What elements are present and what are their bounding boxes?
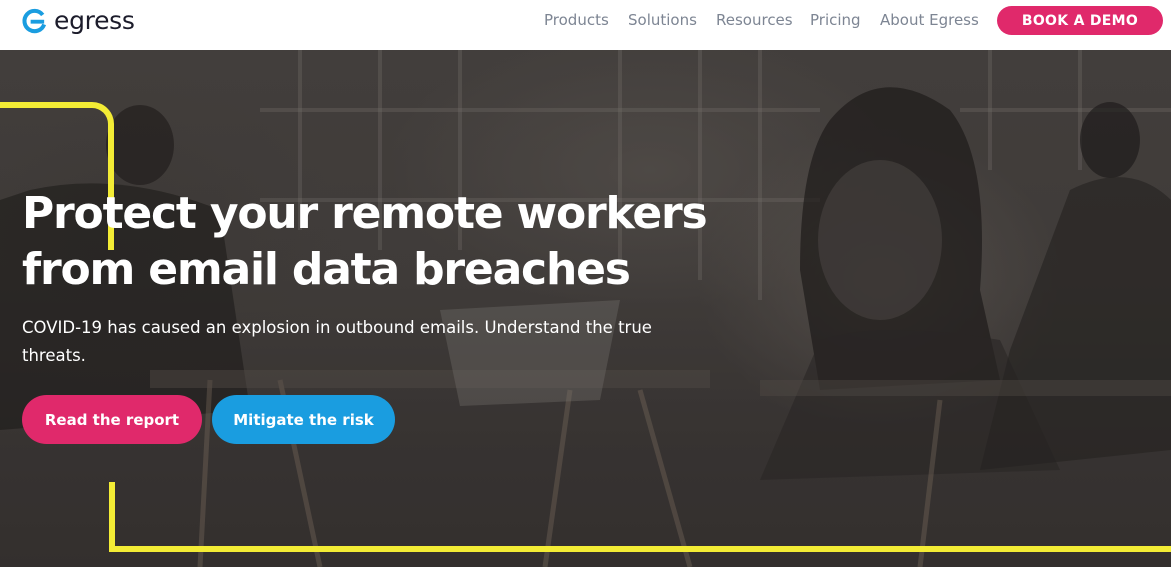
nav-item-products[interactable]: Products xyxy=(544,11,609,29)
hero-subtitle: COVID-19 has caused an explosion in outb… xyxy=(22,318,652,365)
decorative-yellow-frame-bottom xyxy=(109,482,1171,552)
read-report-button[interactable]: Read the report xyxy=(22,395,202,444)
hero-title: Protect your remote workers from email d… xyxy=(22,188,708,295)
nav-item-pricing[interactable]: Pricing xyxy=(810,11,861,29)
main-nav: Products Solutions Resources Pricing Abo… xyxy=(0,0,1171,42)
nav-item-solutions[interactable]: Solutions xyxy=(628,11,697,29)
nav-item-about[interactable]: About Egress xyxy=(880,11,979,29)
mitigate-risk-button[interactable]: Mitigate the risk xyxy=(212,395,395,444)
book-demo-button[interactable]: BOOK A DEMO xyxy=(997,6,1163,35)
nav-item-resources[interactable]: Resources xyxy=(716,11,793,29)
hero-section: Protect your remote workers from email d… xyxy=(0,50,1171,567)
site-header: egress Products Solutions Resources Pric… xyxy=(0,0,1171,50)
